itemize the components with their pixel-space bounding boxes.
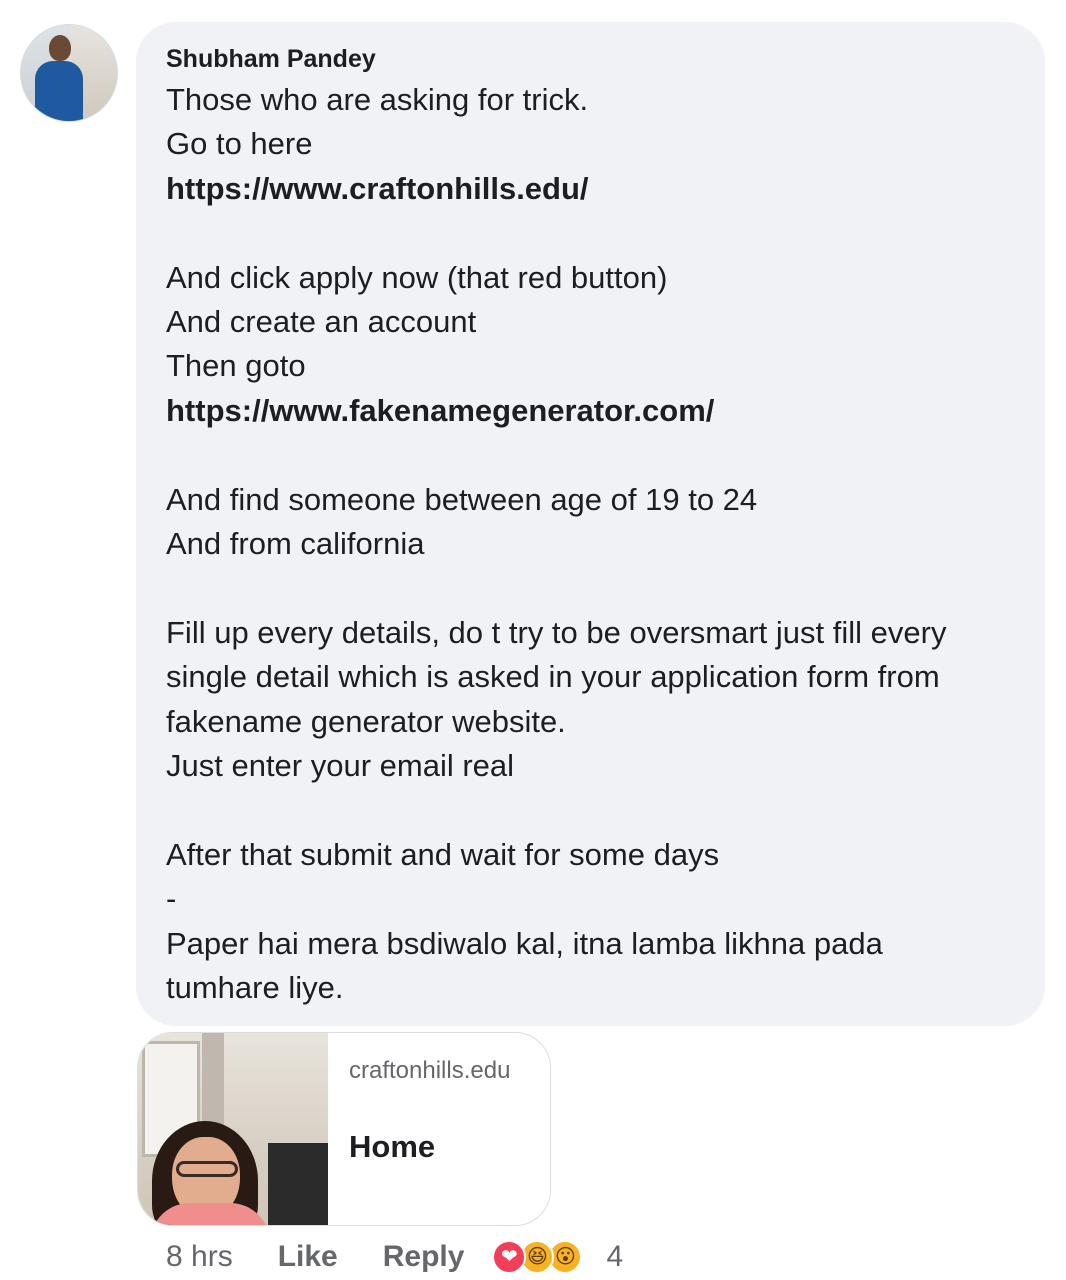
comment-thread: Shubham Pandey Those who are asking for … [0,0,1066,1280]
comment-line [166,566,1017,610]
love-icon: ❤ [492,1240,527,1274]
comment-line: Just enter your email real [166,748,515,784]
comment-line: Those who are asking for trick. [166,82,589,117]
comment-bubble: Shubham Pandey Those who are asking for … [136,22,1045,1026]
comment-text: Those who are asking for trick. Go to her… [166,78,1017,1010]
thumbnail-person-glasses [176,1161,238,1177]
thumbnail-desk [268,1143,328,1225]
comment-line: Paper hai mera bsdiwalo kal, itna lamba … [166,925,883,961]
avatar-person-body [35,61,83,121]
link-preview-thumbnail [138,1033,328,1225]
avatar-person-head [49,35,71,61]
comment-line [166,433,1017,477]
comment-line: And click apply now (that red button) [166,259,668,295]
comment-line: Then goto [166,348,306,384]
comment-line: Go to here [166,126,313,162]
author-avatar[interactable] [20,24,118,122]
reactions-summary[interactable]: ❤ 😆 😮 [492,1240,583,1274]
comment-line: tumhare liye. [166,970,344,1006]
comment-line: - [166,881,177,917]
reply-button[interactable]: Reply [383,1240,465,1274]
comment-line: After that submit and wait for some days [166,836,720,872]
comment-line: And find someone between age of 19 to 24 [166,481,758,517]
comment-author[interactable]: Shubham Pandey [166,44,1017,74]
link-preview-domain: craftonhills.edu [349,1057,511,1084]
comment-line: single detail which is asked in your app… [166,659,940,695]
comment-line: fakename generator website. [166,703,566,739]
comment-timestamp[interactable]: 8 hrs [166,1240,233,1274]
comment-line [166,211,1017,255]
comment-actions: 8 hrs Like Reply ❤ 😆 😮 4 [166,1236,623,1278]
link-preview-title[interactable]: Home [349,1129,435,1165]
comment-line [166,788,1017,832]
comment-link[interactable]: https://www.fakenamegenerator.com/ [166,389,1017,433]
like-button[interactable]: Like [278,1240,338,1274]
comment-link[interactable]: https://www.craftonhills.edu/ [166,167,1017,211]
comment-line: And from california [166,526,425,562]
reaction-count[interactable]: 4 [606,1240,623,1274]
comment-line: And create an account [166,304,477,340]
comment-line: Fill up every details, do t try to be ov… [166,614,947,650]
link-preview-card[interactable]: craftonhills.edu Home [137,1032,551,1226]
